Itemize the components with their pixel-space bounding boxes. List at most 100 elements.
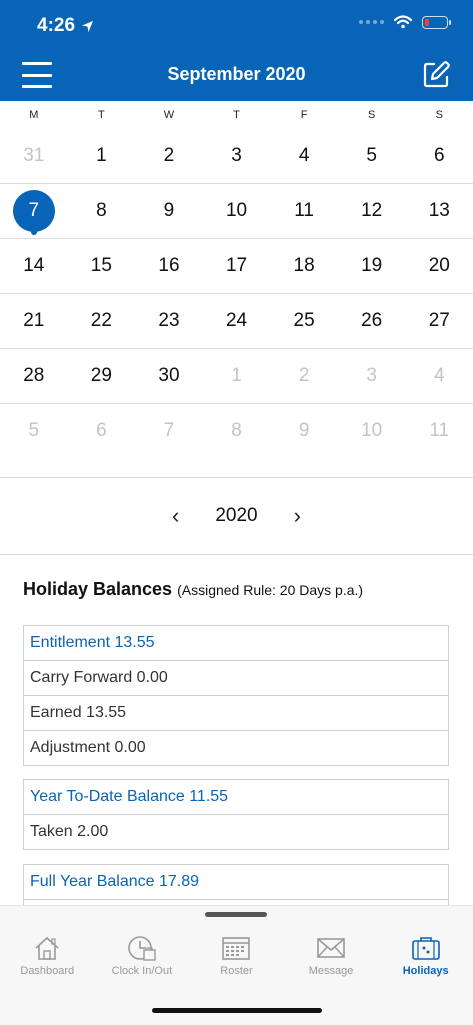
home-indicator [152,1008,322,1013]
day-number: 19 [361,255,383,276]
calendar-day[interactable]: 13 [405,184,473,238]
day-number: 4 [433,365,445,386]
day-number: 24 [225,310,248,331]
day-number: 30 [158,365,180,386]
drag-handle[interactable] [205,912,267,917]
day-number: 16 [158,255,180,276]
tab-clock-in-out[interactable]: Clock In/Out [95,935,190,977]
hamburger-icon-line [22,85,52,88]
day-number: 1 [96,145,107,166]
calendar-day[interactable]: 18 [270,239,338,293]
calendar-day[interactable]: 21 [0,294,68,348]
calendar-day[interactable]: 2 [135,129,203,183]
carry-forward-row: Carry Forward 0.00 [24,660,448,695]
calendar-day[interactable]: 8 [203,404,271,458]
time-text: 4:26 [37,15,76,36]
calendar-day[interactable]: 27 [405,294,473,348]
day-number: 17 [225,255,248,276]
next-year-button[interactable]: › [288,503,307,529]
assigned-rule-text: (Assigned Rule: 20 Days p.a.) [177,582,364,598]
calendar-day[interactable]: 14 [0,239,68,293]
day-number: 25 [293,310,315,331]
day-number: 10 [361,420,383,441]
calendar-day[interactable]: 28 [0,349,68,403]
calendar-day[interactable]: 19 [338,239,406,293]
calendar-day[interactable]: 15 [68,239,136,293]
day-number: 29 [90,365,112,386]
tab-label: Clock In/Out [111,965,173,977]
day-number: 6 [96,420,107,441]
day-number: 3 [366,365,377,386]
calendar-day[interactable]: 17 [203,239,271,293]
calendar-day[interactable]: 6 [68,404,136,458]
calendar-day[interactable]: 7 [135,404,203,458]
tab-dashboard[interactable]: Dashboard [0,935,95,977]
day-number: 28 [23,365,45,386]
calendar-day[interactable]: 9 [270,404,338,458]
calendar-day[interactable]: 5 [338,129,406,183]
calendar-day[interactable]: 29 [68,349,136,403]
calendar-day[interactable]: 20 [405,239,473,293]
page-title: September 2020 [167,64,306,84]
battery-icon [422,15,451,29]
calendar-day[interactable]: 26 [338,294,406,348]
calendar-day[interactable]: 8 [68,184,136,238]
calendar-day[interactable]: 25 [270,294,338,348]
day-number: 20 [428,255,450,276]
tab-label: Message [308,965,354,977]
tab-message[interactable]: Message [284,935,379,977]
day-number: 7 [12,190,55,232]
tab-label: Roster [220,965,253,977]
calendar-day[interactable]: 31 [0,129,68,183]
wifi-icon [394,15,412,29]
calendar-day[interactable]: 24 [203,294,271,348]
calendar-day[interactable]: 5 [0,404,68,458]
calendar-day[interactable]: 10 [338,404,406,458]
tab-bar-items: Dashboard Clock In/Out Roster Message Ho… [0,935,473,977]
calendar-day-selected[interactable]: 7 [0,184,68,238]
mail-icon [317,938,345,958]
calendar-day[interactable]: 4 [405,349,473,403]
suitcase-icon [411,937,440,960]
calendar-day[interactable]: 9 [135,184,203,238]
day-number: 2 [163,145,175,166]
calendar-day[interactable]: 1 [203,349,271,403]
weekday-label: S [435,109,443,121]
tab-roster[interactable]: Roster [189,935,284,977]
calendar-day[interactable]: 6 [405,129,473,183]
edit-icon[interactable] [421,60,451,90]
calendar-day[interactable]: 2 [270,349,338,403]
day-number: 10 [225,200,248,221]
calendar-day[interactable]: 22 [68,294,136,348]
day-number: 9 [163,200,175,221]
day-number: 5 [366,145,377,166]
calendar-day[interactable]: 1 [68,129,136,183]
calendar-day[interactable]: 3 [203,129,271,183]
calendar-day[interactable]: 23 [135,294,203,348]
status-bar-time: 4:26 [37,15,94,37]
tab-holidays[interactable]: Holidays [378,935,473,977]
day-number: 9 [298,420,310,441]
calendar-day[interactable]: 3 [338,349,406,403]
prev-year-button[interactable]: ‹ [166,503,185,529]
calendar-day[interactable]: 16 [135,239,203,293]
weekday-label: T [233,109,240,121]
day-number: 22 [90,310,112,331]
calendar-day[interactable]: 30 [135,349,203,403]
calendar-week-row: 31 1 2 3 4 5 6 [0,129,473,184]
weekday-header: M T W T F S S [0,101,473,129]
day-number: 27 [428,310,450,331]
tab-label: Holidays [402,965,449,977]
day-number: 18 [293,255,315,276]
calendar-day[interactable]: 12 [338,184,406,238]
calendar-day[interactable]: 4 [270,129,338,183]
day-number: 7 [163,420,175,441]
day-number: 4 [298,145,310,166]
calendar-day[interactable]: 11 [405,404,473,458]
earned-row: Earned 13.55 [24,695,448,730]
calendar-week-row: 5 6 7 8 9 10 11 [0,404,473,458]
home-icon [35,936,59,960]
calendar-day[interactable]: 11 [270,184,338,238]
day-number: 21 [23,310,45,331]
calendar-day[interactable]: 10 [203,184,271,238]
